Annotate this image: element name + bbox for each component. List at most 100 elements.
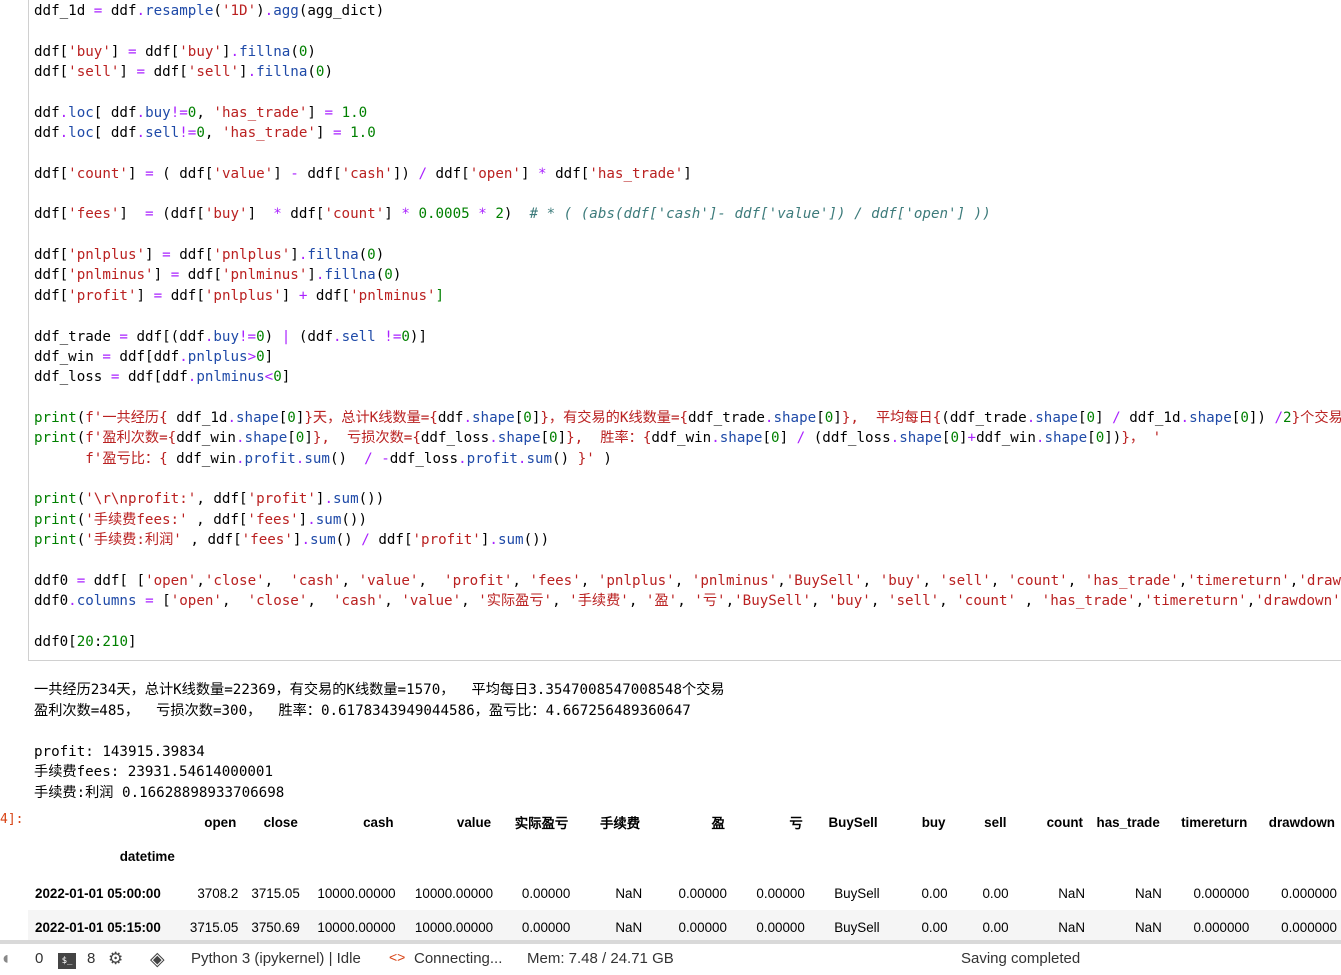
code-token: ddf[ [34,44,68,60]
code-line[interactable]: f'盈亏比：{ ddf_win.profit.sum() / -ddf_loss… [34,449,1341,469]
code-line[interactable]: print('\r\nprofit:', ddf['profit'].sum()… [34,489,1341,509]
gear-icon[interactable]: ⚙ [108,949,123,969]
code-token: shape [899,430,942,446]
code-token: ddf[ [299,166,342,182]
code-token: , [811,593,828,609]
column-header: close [242,808,304,836]
code-line[interactable]: print(f'一共经历{ ddf_1d.shape[0]}天，总计K线数量={… [34,408,1341,428]
kernel-status-icon[interactable]: ◈ [150,948,165,971]
code-token: 'timereturn' [1187,573,1290,589]
kernel-sessions-count[interactable]: 0 [35,950,43,967]
code-editor[interactable]: ddf_1d = ddf.resample('1D').agg(agg_dict… [34,1,1341,652]
code-token: 'open' [145,573,196,589]
code-token: ddf[ [34,166,68,182]
scroll-left-edge: ◖ [0,948,11,969]
code-token: ]) [1249,410,1275,426]
code-line[interactable] [34,611,1341,631]
code-token: ) [595,451,612,467]
column-header: buy [884,808,952,836]
code-line[interactable]: ddf_loss = ddf[ddf.pnlminus<0] [34,367,1341,387]
code-token: ) [376,247,385,263]
code-line[interactable]: ddf['sell'] = ddf['sell'].fillna(0) [34,62,1341,82]
code-token: , [1247,593,1256,609]
code-token: . [236,451,245,467]
terminals-count[interactable]: 8 [87,950,95,967]
code-line[interactable]: ddf.loc[ ddf.sell!=0, 'has_trade'] = 1.0 [34,123,1341,143]
code-line[interactable]: ddf['pnlplus'] = ddf['pnlplus'].fillna(0… [34,245,1341,265]
code-token: ddf[ [179,267,222,283]
code-token: fillna [324,267,375,283]
code-line[interactable]: ddf_trade = ddf[(ddf.buy!=0) | (ddf.sell… [34,327,1341,347]
code-line[interactable]: ddf0 = ddf[ ['open','close', 'cash', 'va… [34,571,1341,591]
column-header: 实际盈亏 [497,808,574,836]
code-token: 0 [825,410,834,426]
code-line[interactable]: ddf0[20:210] [34,632,1341,652]
column-header: value [400,808,498,836]
code-line[interactable]: ddf['profit'] = ddf['pnlplus'] + ddf['pn… [34,286,1341,306]
code-token: ddf_loss [390,451,458,467]
code-line[interactable] [34,388,1341,408]
code-token: ] [683,166,692,182]
code-token: ()) [341,512,367,528]
code-token: , [384,593,401,609]
table-cell: 0.00000 [497,910,574,944]
code-line[interactable] [34,550,1341,570]
code-line[interactable]: ddf_1d = ddf.resample('1D').agg(agg_dict… [34,1,1341,21]
code-token: shape [1035,410,1078,426]
kernel-status[interactable]: Python 3 (ipykernel) | Idle [191,950,361,967]
code-line[interactable] [34,143,1341,163]
code-token: ( [77,430,86,446]
code-line[interactable]: ddf_win = ddf[ddf.pnlplus>0] [34,347,1341,367]
code-token: 'cash' [342,166,393,182]
code-line[interactable]: ddf['fees'] = (ddf['buy'] * ddf['count']… [34,204,1341,224]
code-token: , [991,573,1008,589]
code-token: , ddf[ [182,532,242,548]
output-fees: 手续费fees: 23931.54614000001 [34,762,1334,782]
code-line[interactable] [34,21,1341,41]
code-token: . [60,125,69,141]
code-token: 0 [273,369,282,385]
status-bar: ◖ 0 $_ 8 ⚙ ◈ Python 3 (ipykernel) | Idle… [0,940,1341,975]
code-line[interactable]: print('手续费fees:' , ddf['fees'].sum()) [34,510,1341,530]
code-token: != [179,125,196,141]
table-cell: NaN [574,910,646,944]
code-token: = [119,329,128,345]
code-token: 'pnlminus' [222,267,307,283]
code-line[interactable] [34,184,1341,204]
code-token: [ [762,430,771,446]
code-line[interactable]: ddf.loc[ ddf.buy!=0, 'has_trade'] = 1.0 [34,103,1341,123]
code-token: columns [77,593,137,609]
code-line[interactable] [34,469,1341,489]
code-token: = [145,593,154,609]
code-token: ddf[ [427,166,470,182]
code-token: 'fees' [529,573,580,589]
code-token: . [458,451,467,467]
code-token: ddf_loss [421,430,489,446]
code-line[interactable] [34,306,1341,326]
code-token: 'BuySell' [786,573,863,589]
code-line[interactable] [34,82,1341,102]
code-token: ddf[ [34,267,68,283]
code-token: 0 [256,349,265,365]
table-index-name-row: datetime [28,836,1341,876]
code-line[interactable]: ddf['buy'] = ddf['buy'].fillna(0) [34,42,1341,62]
code-line[interactable]: print(f'盈利次数={ddf_win.shape[0]}, 亏损次数={d… [34,428,1341,448]
code-line[interactable]: ddf['count'] = ( ddf['value'] - ddf['cas… [34,164,1341,184]
code-line[interactable]: ddf0.columns = ['open', 'close', 'cash',… [34,591,1341,611]
code-token: . [307,512,316,528]
code-token: 'sell' [68,64,119,80]
code-token: 'buy' [828,593,871,609]
code-token: = [324,105,333,121]
table-cell: 0.00000 [731,876,809,910]
code-line[interactable] [34,225,1341,245]
code-token: 210 [102,634,128,650]
code-token: = [145,166,154,182]
terminal-icon[interactable]: $_ [58,953,76,969]
code-token: , [307,593,333,609]
code-line[interactable]: print('手续费:利润' , ddf['fees'].sum() / ddf… [34,530,1341,550]
column-header: cash [304,808,400,836]
code-line[interactable]: ddf['pnlminus'] = ddf['pnlminus'].fillna… [34,265,1341,285]
code-token: ddf_loss [34,369,111,385]
code-token: . [324,491,333,507]
code-token: [ [515,410,524,426]
